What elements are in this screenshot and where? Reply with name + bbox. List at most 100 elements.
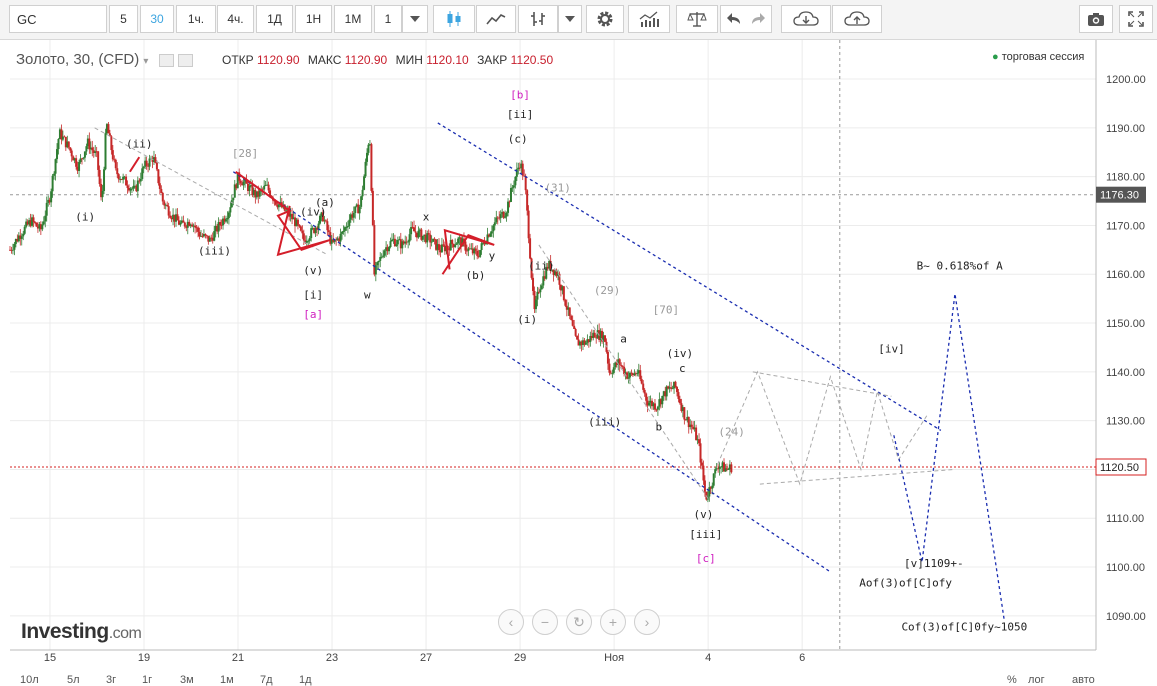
- candle-body: [379, 257, 382, 261]
- candle-body: [390, 239, 393, 242]
- candle-body: [653, 403, 656, 410]
- close-label: ЗАКР: [477, 53, 508, 67]
- session-label: торговая сессия: [1001, 51, 1085, 63]
- auto-scale-toggle[interactable]: авто: [1072, 674, 1095, 686]
- x-tick-label: 21: [232, 652, 244, 664]
- candle-body: [32, 217, 35, 222]
- candle-body: [56, 149, 59, 160]
- scroll-left-button[interactable]: ‹: [498, 609, 524, 635]
- candle-body: [414, 231, 417, 233]
- range-1m[interactable]: 1м: [220, 674, 234, 686]
- candle-body: [179, 222, 182, 225]
- candle-body: [584, 342, 587, 345]
- candle-body: [23, 226, 26, 234]
- candle-body: [674, 381, 677, 388]
- y-tick-label: 1090.00: [1106, 611, 1146, 623]
- candle-body: [383, 250, 386, 256]
- candle-body: [182, 220, 185, 223]
- candle-body: [606, 351, 609, 364]
- candle-body: [702, 465, 705, 481]
- candle-body: [455, 243, 458, 245]
- candle-body: [226, 217, 229, 220]
- candle-body: [82, 157, 85, 159]
- range-5y[interactable]: 5л: [67, 674, 80, 686]
- minus-icon: −: [540, 614, 550, 630]
- candle-body: [389, 241, 392, 248]
- legend-dropdown-icon[interactable]: ▾: [143, 56, 148, 67]
- range-7d[interactable]: 7д: [260, 674, 273, 686]
- candle-body: [655, 409, 658, 411]
- range-3y[interactable]: 3г: [106, 674, 116, 686]
- wave-label: (a): [315, 196, 335, 209]
- candle-body: [224, 219, 227, 222]
- reset-button[interactable]: ↻: [566, 609, 592, 635]
- settings-small-icon[interactable]: [177, 53, 193, 67]
- last-price-label: 1120.50: [1100, 462, 1139, 474]
- zoom-in-button[interactable]: +: [600, 609, 626, 635]
- range-3m[interactable]: 3м: [180, 674, 194, 686]
- log-scale-toggle[interactable]: лог: [1028, 674, 1045, 686]
- wave-label: [v]1109+-: [904, 557, 964, 570]
- candle-body: [571, 319, 574, 326]
- candle-body: [83, 151, 86, 158]
- candle-body: [80, 158, 83, 160]
- candle-body: [695, 427, 698, 441]
- candle-body: [155, 162, 158, 170]
- open-value: 1120.90: [257, 53, 300, 67]
- candle-body: [197, 227, 200, 232]
- wave-label: a: [620, 333, 627, 346]
- candle-body: [492, 225, 495, 232]
- candle-body: [410, 227, 413, 235]
- candle-body: [53, 173, 56, 176]
- candle-body: [417, 230, 420, 238]
- candle-body: [671, 388, 674, 390]
- wave-label: [iii]: [689, 528, 722, 541]
- wave-label: b: [655, 420, 662, 433]
- candle-body: [230, 200, 233, 208]
- candle-body: [627, 377, 630, 379]
- candle-body: [302, 233, 305, 241]
- visibility-icon[interactable]: [158, 53, 174, 67]
- candle-body: [101, 190, 104, 198]
- x-tick-label: 19: [138, 652, 150, 664]
- range-1d[interactable]: 1д: [299, 674, 312, 686]
- candle-body: [20, 236, 23, 239]
- channel-line-upper: [437, 122, 942, 431]
- chart-legend: Золото, 30, (CFD) ▾: [16, 51, 193, 68]
- candle-body: [354, 206, 357, 213]
- price-chart[interactable]: 1090.001100.001110.001120.001130.001140.…: [0, 0, 1157, 684]
- wave-label: (i): [517, 313, 537, 326]
- scroll-right-button[interactable]: ›: [634, 609, 660, 635]
- candle-body: [145, 160, 148, 166]
- candle-body: [700, 462, 703, 466]
- wave-label: [c]: [696, 552, 716, 565]
- range-10y[interactable]: 10л: [20, 674, 39, 686]
- candle-body: [527, 210, 530, 239]
- candle-body: [248, 185, 251, 191]
- y-tick-label: 1170.00: [1106, 220, 1145, 232]
- candle-body: [117, 174, 120, 180]
- candle-body: [608, 363, 611, 373]
- candle-body: [267, 184, 270, 191]
- open-label: ОТКР: [222, 53, 254, 67]
- candle-body: [413, 227, 416, 232]
- wave-label: B~ 0.618%of A: [917, 259, 1003, 272]
- wave-label: (24): [718, 425, 745, 438]
- wave-label: x: [423, 211, 430, 224]
- candle-body: [183, 222, 186, 227]
- range-1y[interactable]: 1г: [142, 674, 152, 686]
- candle-body: [136, 180, 139, 192]
- percent-scale-toggle[interactable]: %: [1007, 674, 1017, 686]
- zoom-out-button[interactable]: −: [532, 609, 558, 635]
- candle-body: [44, 215, 47, 222]
- candle-body: [639, 370, 642, 380]
- instrument-title: Золото, 30, (CFD): [16, 51, 140, 68]
- candle-body: [13, 243, 16, 250]
- candle-body: [564, 300, 567, 306]
- candle-body: [493, 222, 496, 226]
- candle-body: [75, 158, 78, 167]
- candle-body: [457, 238, 460, 244]
- wave-label: (iv): [667, 347, 694, 360]
- candle-body: [377, 260, 380, 263]
- candle-body: [167, 206, 170, 216]
